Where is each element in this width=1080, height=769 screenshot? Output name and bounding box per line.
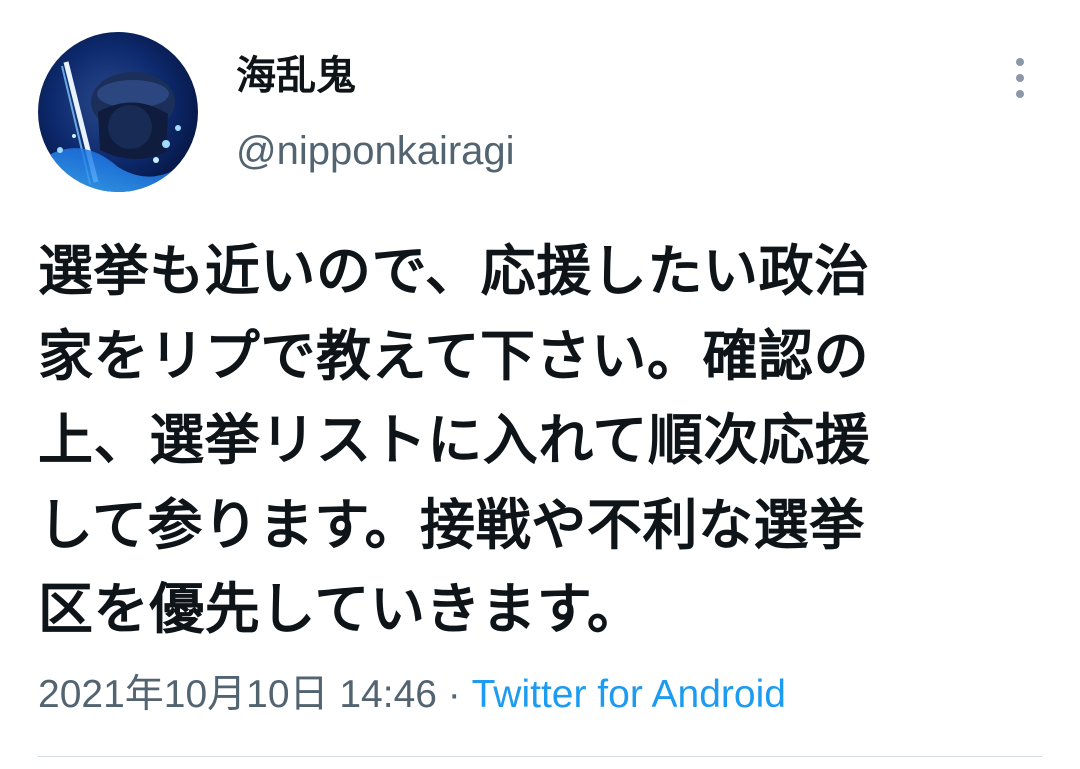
tweet-text-line: 選挙も近いので、応援したい政治 <box>38 239 870 303</box>
user-handle[interactable]: @nipponkairagi <box>236 127 515 175</box>
tweet: 海乱鬼 @nipponkairagi 選挙も近いので、応援したい政治 家をリプで… <box>0 0 1080 769</box>
timestamp[interactable]: 2021年10月10日 14:46 <box>38 673 437 716</box>
more-button[interactable] <box>1002 56 1038 100</box>
meta-separator: · <box>436 673 472 716</box>
tweet-text-line: 区を優先していきます。 <box>38 577 643 641</box>
tweet-text: 選挙も近いので、応援したい政治 家をリプで教えて下さい。確認の 上、選挙リストに… <box>38 229 1048 652</box>
tweet-text-line: 家をリプで教えて下さい。確認の <box>38 323 870 388</box>
display-name[interactable]: 海乱鬼 <box>236 52 356 100</box>
avatar[interactable] <box>38 32 198 192</box>
divider <box>38 756 1042 757</box>
tweet-text-line: して参ります。接戦や不利な選挙 <box>38 492 865 557</box>
tweet-text-line: 上、選挙リストに入れて順次応援 <box>38 408 871 472</box>
avatar-image <box>38 32 198 192</box>
source-link[interactable]: Twitter for Android <box>472 673 786 716</box>
tweet-meta: 2021年10月10日 14:46 · Twitter for Android <box>38 669 786 721</box>
